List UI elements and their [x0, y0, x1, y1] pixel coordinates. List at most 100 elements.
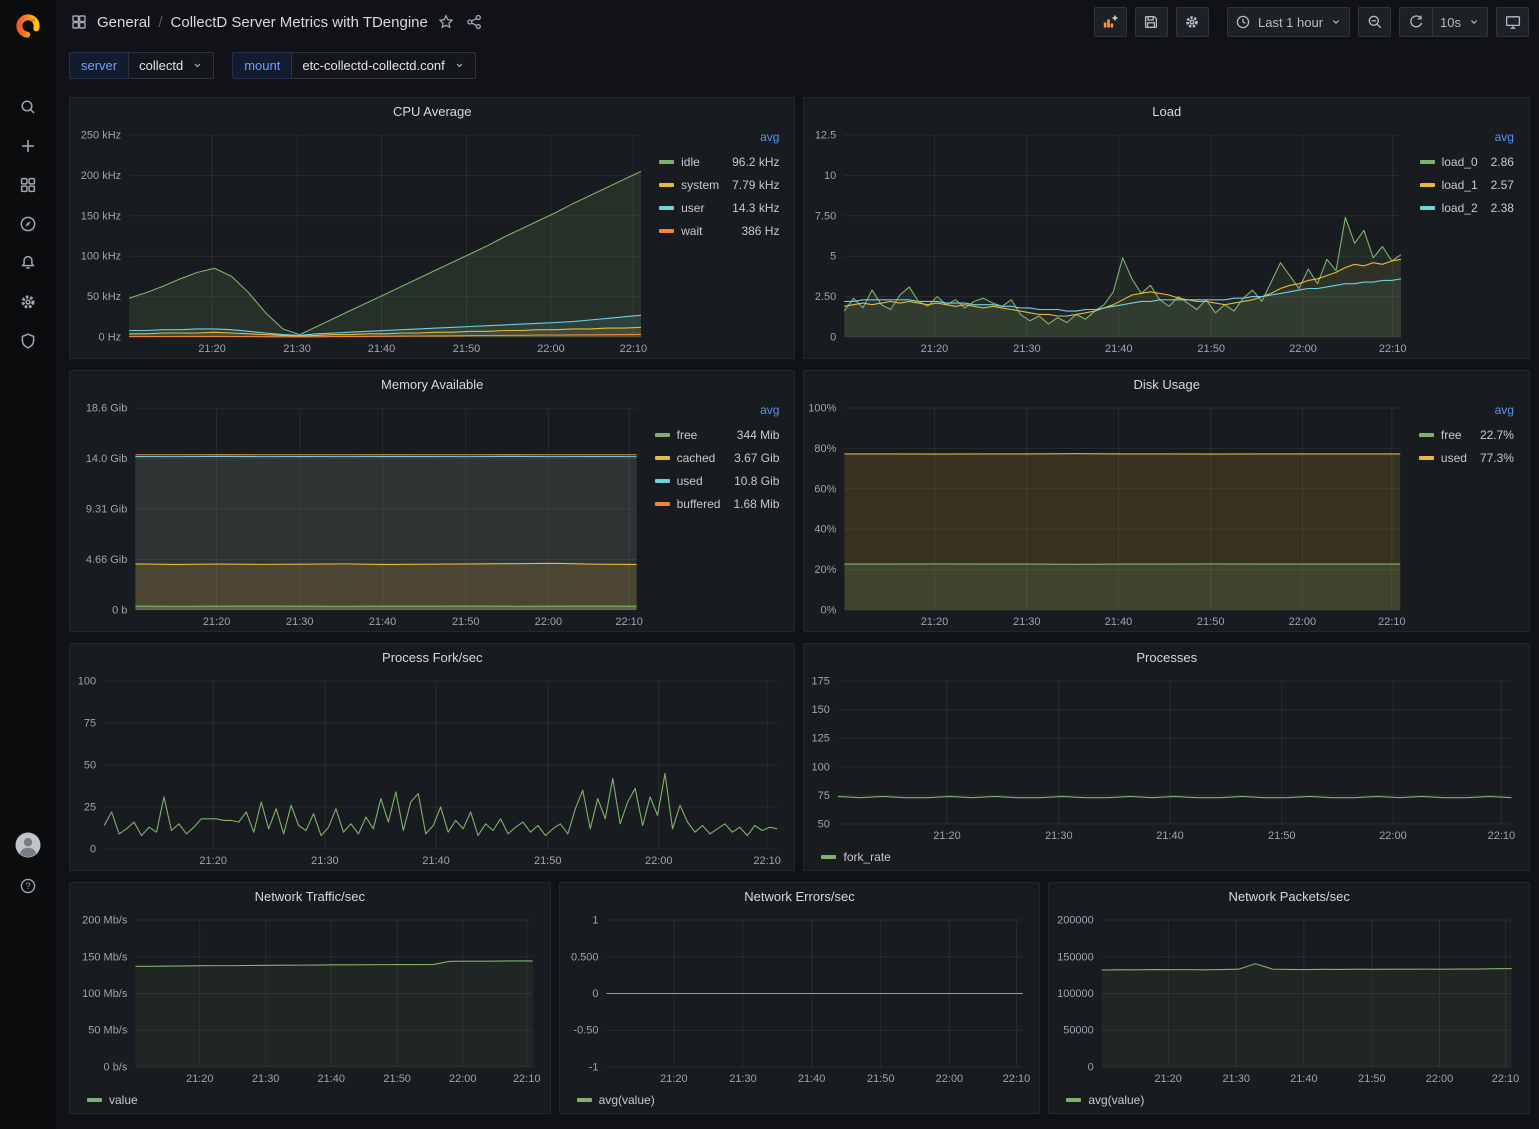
- svg-text:21:30: 21:30: [252, 1073, 280, 1085]
- save-dashboard-button[interactable]: [1135, 7, 1168, 37]
- chart-network-errors-sec[interactable]: -1-0.5000.500121:2021:3021:4021:5022:002…: [563, 910, 1037, 1087]
- breadcrumb-folder[interactable]: General: [97, 14, 150, 31]
- legend-value: 14.3 kHz: [732, 196, 779, 219]
- panel-title-process-fork-sec[interactable]: Process Fork/sec: [70, 644, 794, 671]
- legend-item-used[interactable]: used: [655, 469, 721, 492]
- panel-title-processes[interactable]: Processes: [804, 644, 1529, 671]
- chart-disk-usage[interactable]: 0%20%40%60%80%100%21:2021:3021:4021:5022…: [807, 398, 1414, 630]
- refresh-icon: [1408, 14, 1424, 30]
- svg-text:22:10: 22:10: [1002, 1073, 1030, 1085]
- sidebar-item-explore[interactable]: [6, 204, 50, 243]
- legend-avg-header[interactable]: avg: [1491, 127, 1514, 146]
- sidebar-item-home[interactable]: [8, 9, 48, 43]
- legend-item-system[interactable]: system: [659, 173, 719, 196]
- dashboard-settings-button[interactable]: [1176, 7, 1209, 37]
- legend-item-wait[interactable]: wait: [659, 219, 719, 242]
- star-dashboard-button[interactable]: [436, 12, 456, 32]
- legend-swatch: [655, 433, 670, 437]
- chart-process-fork-sec[interactable]: 025507510021:2021:3021:4021:5022:0022:10: [73, 671, 791, 869]
- sidebar-item-server-admin[interactable]: [6, 321, 50, 360]
- legend-avg-header[interactable]: avg: [732, 127, 779, 146]
- legend-item-buffered[interactable]: buffered: [655, 492, 721, 515]
- svg-text:21:50: 21:50: [1197, 616, 1225, 628]
- compass-icon: [19, 215, 37, 233]
- panel-title-network-packets-sec[interactable]: Network Packets/sec: [1049, 883, 1529, 910]
- user-profile-button[interactable]: [6, 831, 50, 859]
- legend-item-avg-value[interactable]: avg(value): [1066, 1093, 1144, 1107]
- gear-icon: [19, 293, 37, 311]
- caret-down-icon: [454, 60, 465, 71]
- chart-cpu-average[interactable]: 0 Hz50 kHz100 kHz150 kHz200 kHz250 kHz21…: [73, 125, 655, 357]
- caret-down-icon: [1468, 16, 1480, 28]
- chart-network-traffic-sec[interactable]: 0 b/s50 Mb/s100 Mb/s150 Mb/s200 Mb/s21:2…: [73, 910, 547, 1087]
- apps-icon: [71, 14, 87, 30]
- svg-text:0 b/s: 0 b/s: [104, 1061, 128, 1073]
- legend-item-load-1[interactable]: load_1: [1420, 173, 1478, 196]
- panel-title-cpu-average[interactable]: CPU Average: [70, 98, 794, 125]
- variable-mount-value[interactable]: etc-collectd-collectd.conf: [291, 52, 475, 79]
- legend-swatch: [655, 479, 670, 483]
- add-panel-button[interactable]: [1094, 7, 1127, 37]
- chart-processes[interactable]: 507510012515017521:2021:3021:4021:5022:0…: [807, 671, 1526, 844]
- legend-item-value[interactable]: value: [87, 1093, 138, 1107]
- svg-text:21:40: 21:40: [317, 1073, 345, 1085]
- sidebar-item-configuration[interactable]: [6, 282, 50, 321]
- legend-avg-header[interactable]: avg: [1480, 400, 1514, 419]
- dashboard-title[interactable]: CollectD Server Metrics with TDengine: [171, 14, 428, 31]
- svg-text:21:40: 21:40: [422, 855, 450, 867]
- svg-text:0 Hz: 0 Hz: [99, 332, 122, 344]
- svg-text:0: 0: [592, 988, 598, 1000]
- panel-network-traffic-sec: Network Traffic/sec0 b/s50 Mb/s100 Mb/s1…: [69, 882, 551, 1114]
- svg-text:21:20: 21:20: [199, 855, 227, 867]
- legend-item-avg-value[interactable]: avg(value): [577, 1093, 655, 1107]
- legend-item-load-0[interactable]: load_0: [1420, 150, 1478, 173]
- svg-text:21:20: 21:20: [186, 1073, 214, 1085]
- sidebar-item-search[interactable]: [6, 87, 50, 126]
- chart-load[interactable]: 02.5057.501012.521:2021:3021:4021:5022:0…: [807, 125, 1415, 357]
- legend-swatch: [87, 1098, 102, 1102]
- panel-title-disk-usage[interactable]: Disk Usage: [804, 371, 1529, 398]
- caret-down-icon: [192, 60, 203, 71]
- help-button[interactable]: ?: [6, 872, 50, 900]
- help-icon: ?: [19, 877, 37, 895]
- breadcrumb: General / CollectD Server Metrics with T…: [97, 14, 428, 31]
- refresh-interval-button[interactable]: 10s: [1432, 7, 1488, 37]
- panel-title-memory-available[interactable]: Memory Available: [70, 371, 794, 398]
- chart-network-packets-sec[interactable]: 05000010000015000020000021:2021:3021:402…: [1052, 910, 1526, 1087]
- view-mode-button[interactable]: [1496, 7, 1529, 37]
- legend-item-user[interactable]: user: [659, 196, 719, 219]
- shield-icon: [19, 332, 37, 350]
- svg-text:40%: 40%: [815, 524, 837, 536]
- panel-memory-available: Memory Available0 b4.66 Gib9.31 Gib14.0 …: [69, 370, 795, 632]
- svg-text:22:00: 22:00: [449, 1073, 477, 1085]
- panel-title-network-traffic-sec[interactable]: Network Traffic/sec: [70, 883, 550, 910]
- legend-item-used[interactable]: used: [1419, 446, 1467, 469]
- legend-swatch: [1420, 160, 1435, 164]
- panel-title-load[interactable]: Load: [804, 98, 1529, 125]
- legend-value: 7.79 kHz: [732, 173, 779, 196]
- svg-text:21:40: 21:40: [1157, 830, 1185, 842]
- legend-item-load-2[interactable]: load_2: [1420, 196, 1478, 219]
- panel-title-network-errors-sec[interactable]: Network Errors/sec: [560, 883, 1040, 910]
- dashboard-grid: CPU Average0 Hz50 kHz100 kHz150 kHz200 k…: [56, 85, 1539, 1129]
- sidebar-item-create[interactable]: [6, 126, 50, 165]
- refresh-button[interactable]: [1399, 7, 1432, 37]
- legend-item-free[interactable]: free: [1419, 423, 1467, 446]
- sidebar-item-alerting[interactable]: [6, 243, 50, 282]
- legend-item-idle[interactable]: idle: [659, 150, 719, 173]
- legend-avg-header[interactable]: avg: [733, 400, 779, 419]
- legend-item-fork-rate[interactable]: fork_rate: [821, 850, 890, 864]
- share-dashboard-button[interactable]: [464, 12, 484, 32]
- legend: fork_rate: [807, 844, 1526, 869]
- sidebar-item-dashboards[interactable]: [6, 165, 50, 204]
- svg-text:14.0 Gib: 14.0 Gib: [86, 453, 128, 465]
- legend-item-cached[interactable]: cached: [655, 446, 721, 469]
- zoom-out-button[interactable]: [1358, 7, 1391, 37]
- legend-swatch: [1419, 456, 1434, 460]
- chart-memory-available[interactable]: 0 b4.66 Gib9.31 Gib14.0 Gib18.6 Gib21:20…: [73, 398, 651, 630]
- time-picker-button[interactable]: Last 1 hour: [1227, 7, 1350, 37]
- variable-server-value[interactable]: collectd: [128, 52, 214, 79]
- clock-icon: [1235, 14, 1251, 30]
- svg-text:21:20: 21:20: [198, 343, 226, 355]
- legend-item-free[interactable]: free: [655, 423, 721, 446]
